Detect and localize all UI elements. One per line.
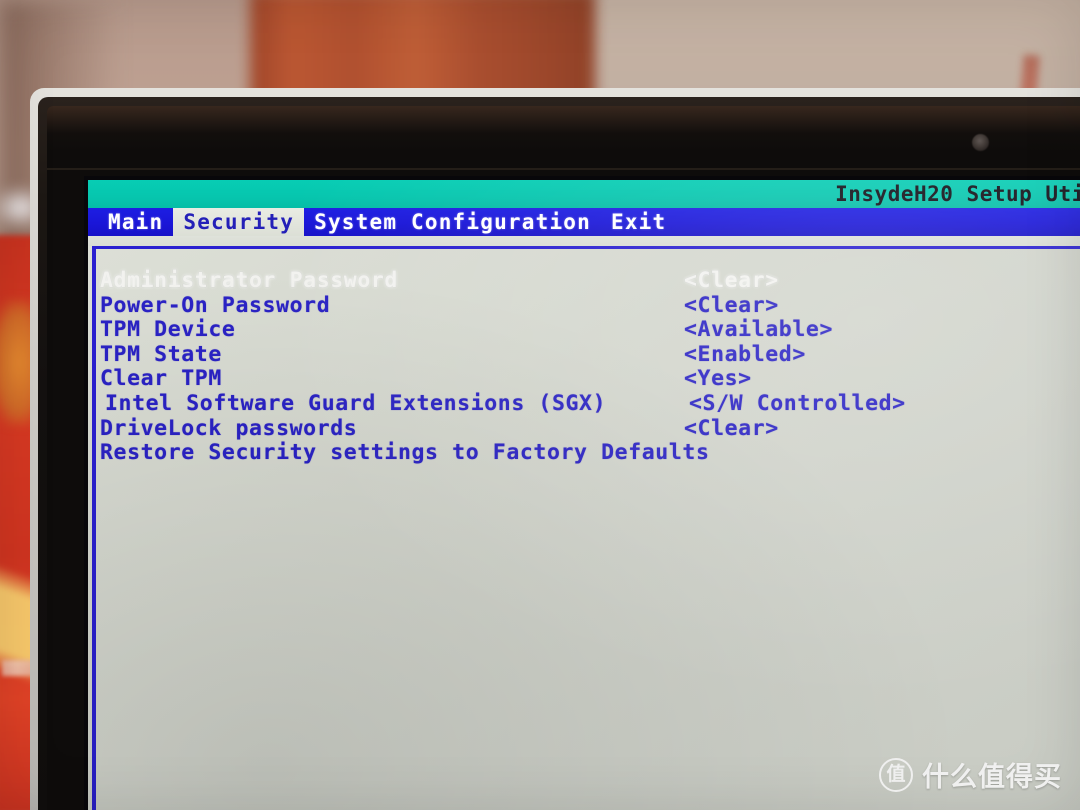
menu-item-system-configuration-label: System Configuration bbox=[314, 210, 591, 234]
setting-row-tpm-state[interactable]: TPM State <Enabled> bbox=[100, 342, 1080, 367]
setting-row-administrator-password[interactable]: Administrator Password <Clear> bbox=[100, 268, 1080, 293]
setting-value[interactable]: <Clear> bbox=[684, 268, 779, 293]
webcam-icon bbox=[972, 134, 989, 151]
setting-row-tpm-device[interactable]: TPM Device <Available> bbox=[100, 317, 1080, 342]
screenshot-photo: InsydeH20 Setup Util Main Security Syste… bbox=[0, 0, 1080, 810]
panel-top-gap bbox=[88, 236, 1080, 246]
setting-value[interactable]: <Available> bbox=[684, 317, 833, 342]
setting-value[interactable]: <Yes> bbox=[684, 366, 752, 391]
setting-value[interactable]: <Enabled> bbox=[684, 342, 806, 367]
menu-item-exit-label: Exit bbox=[611, 210, 667, 234]
setting-label: TPM State bbox=[100, 341, 222, 367]
setting-row-restore-security-defaults[interactable]: Restore Security settings to Factory Def… bbox=[100, 440, 1080, 465]
utility-title: InsydeH20 Setup Util bbox=[835, 181, 1080, 206]
watermark-logo-icon: 值 bbox=[879, 757, 913, 792]
setting-label: Power-On Password bbox=[100, 292, 331, 318]
menu-item-security-label: Security bbox=[183, 210, 295, 234]
setting-row-power-on-password[interactable]: Power-On Password <Clear> bbox=[100, 293, 1080, 318]
setting-row-drivelock-passwords[interactable]: DriveLock passwords <Clear> bbox=[100, 416, 1080, 441]
setting-value[interactable]: <Clear> bbox=[684, 293, 779, 318]
setting-value[interactable]: <Clear> bbox=[684, 416, 779, 441]
bios-titlebar: InsydeH20 Setup Util bbox=[88, 180, 1080, 208]
menu-item-exit[interactable]: Exit bbox=[601, 208, 676, 236]
bios-menubar: Main Security System Configuration Exit bbox=[88, 208, 1080, 236]
menu-item-main-label: Main bbox=[108, 210, 164, 234]
setting-label: Clear TPM bbox=[100, 366, 222, 392]
menu-item-main[interactable]: Main bbox=[98, 208, 173, 236]
setting-row-clear-tpm[interactable]: Clear TPM <Yes> bbox=[100, 366, 1080, 391]
setting-label: Intel Software Guard Extensions (SGX) bbox=[105, 390, 607, 416]
bezel-reflection bbox=[47, 106, 1080, 152]
setting-label: DriveLock passwords bbox=[100, 415, 358, 441]
menubar-filler bbox=[676, 208, 1080, 236]
setting-row-intel-sgx[interactable]: Intel Software Guard Extensions (SGX) <S… bbox=[100, 391, 1080, 416]
watermark: 值 什么值得买 bbox=[879, 755, 1062, 794]
menu-item-system-configuration[interactable]: System Configuration bbox=[304, 208, 601, 236]
settings-rows: Administrator Password <Clear> Power-On … bbox=[100, 268, 1080, 465]
setting-value[interactable]: <S/W Controlled> bbox=[689, 391, 906, 416]
setting-label: TPM Device bbox=[100, 317, 236, 343]
bezel-seam bbox=[47, 168, 1080, 170]
security-panel: Administrator Password <Clear> Power-On … bbox=[88, 246, 1080, 810]
security-settings-list: Administrator Password <Clear> Power-On … bbox=[100, 268, 1080, 810]
setting-label: Restore Security settings to Factory Def… bbox=[100, 440, 710, 466]
menu-item-security[interactable]: Security bbox=[173, 208, 305, 236]
bios-screen: InsydeH20 Setup Util Main Security Syste… bbox=[88, 180, 1080, 810]
setting-label: Administrator Password bbox=[100, 268, 398, 293]
watermark-text: 什么值得买 bbox=[922, 762, 1062, 793]
